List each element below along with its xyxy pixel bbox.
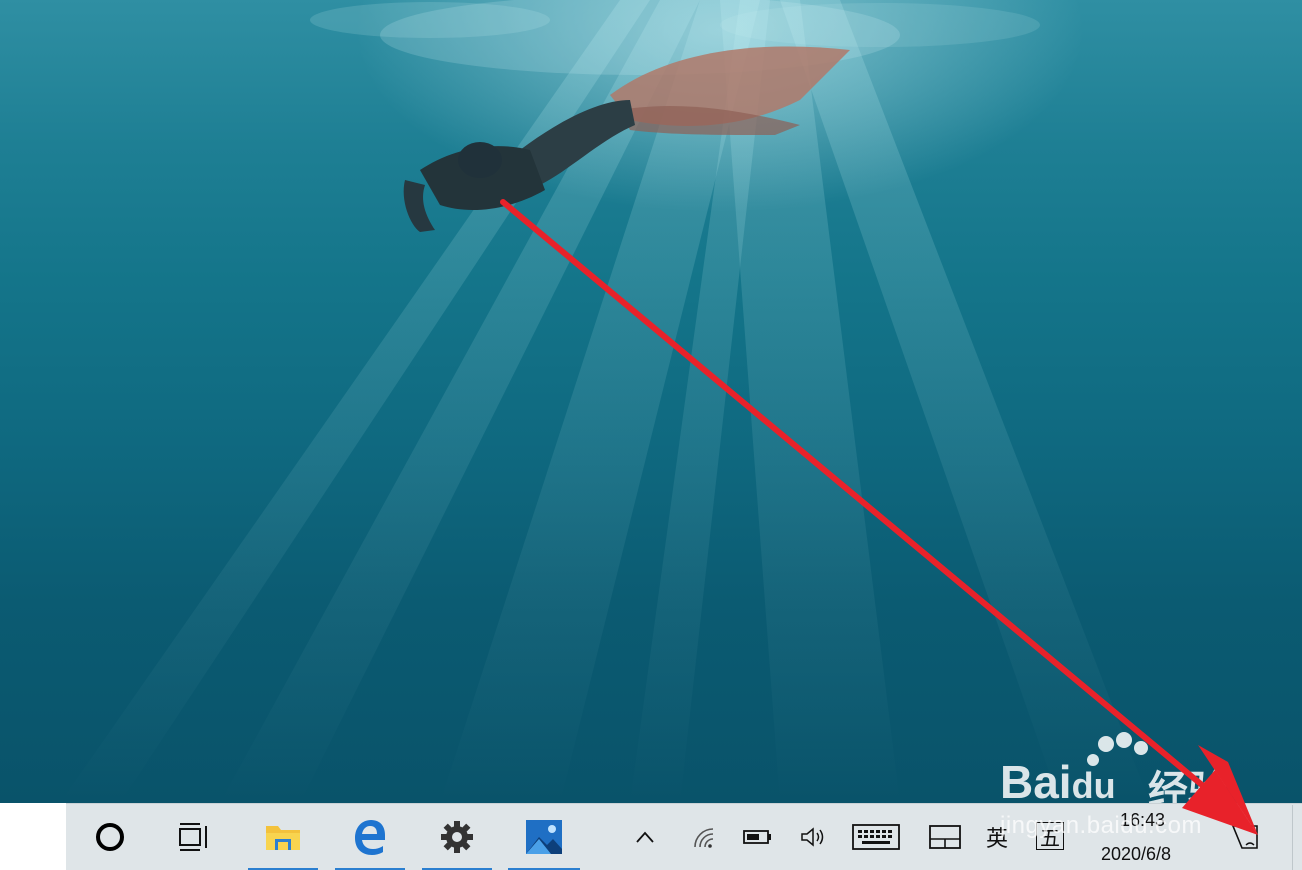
show-hidden-icons-button[interactable] [628, 804, 662, 870]
task-view-icon [179, 823, 207, 851]
battery-icon [743, 830, 771, 844]
action-center-button[interactable] [1222, 804, 1268, 870]
cortana-circle-icon [96, 823, 124, 851]
edge-icon [355, 820, 385, 855]
notification-icon [1231, 825, 1258, 849]
show-desktop-button[interactable] [1292, 805, 1293, 870]
wifi-icon [694, 828, 714, 848]
task-view-button[interactable] [162, 804, 226, 870]
watermark-du: du [1071, 765, 1116, 803]
watermark-product: 经验 [1148, 768, 1228, 803]
speaker-icon [801, 827, 824, 847]
edge-browser-button[interactable] [335, 804, 405, 870]
clock-date[interactable]: 2020/6/8 [1101, 844, 1171, 865]
photos-icon [526, 820, 562, 854]
file-explorer-button[interactable] [248, 804, 318, 870]
network-button[interactable] [686, 804, 722, 870]
settings-button[interactable] [422, 804, 492, 870]
folder-icon [266, 826, 300, 850]
gear-icon [441, 821, 473, 853]
search-button[interactable] [78, 804, 142, 870]
photos-button[interactable] [508, 804, 580, 870]
watermark-url: jingyan.baidu.com [1000, 812, 1202, 839]
chevron-up-icon [636, 831, 654, 843]
touch-keyboard-button[interactable] [848, 804, 904, 870]
battery-button[interactable] [740, 804, 776, 870]
watermark-bai: Bai [1000, 756, 1072, 803]
left-blank-strip [0, 803, 66, 870]
volume-button[interactable] [796, 804, 832, 870]
touchpad-icon [929, 825, 961, 849]
watermark-brand: Baidu [1000, 755, 1116, 803]
touchpad-button[interactable] [924, 804, 966, 870]
keyboard-icon [852, 824, 900, 850]
desktop-wallpaper: Baidu 经验 [0, 0, 1302, 803]
diver-silhouette [403, 46, 850, 232]
